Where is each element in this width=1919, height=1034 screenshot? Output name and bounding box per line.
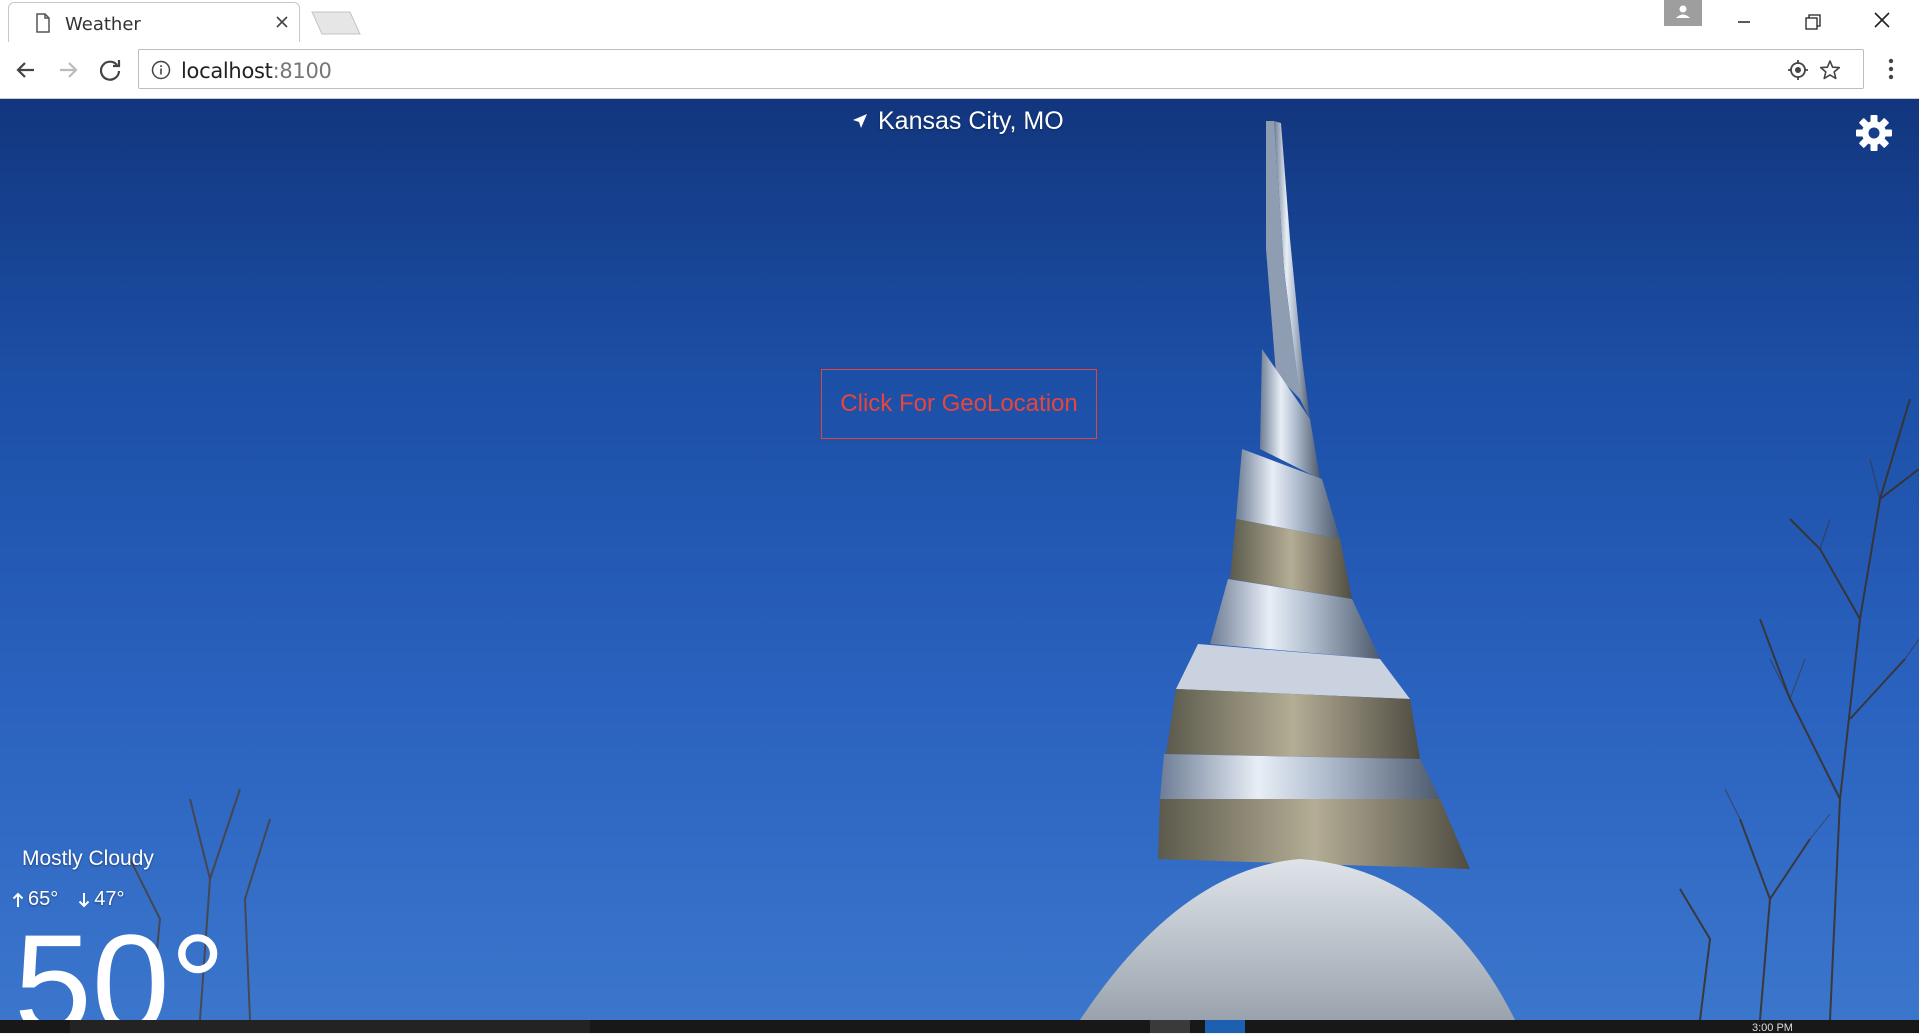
page-icon xyxy=(35,13,51,38)
location-target-icon[interactable] xyxy=(1787,59,1809,86)
address-bar[interactable]: localhost:8100 xyxy=(138,49,1864,89)
weather-condition: Mostly Cloudy xyxy=(22,847,154,870)
close-window-button[interactable] xyxy=(1862,8,1902,36)
location-text: Kansas City, MO xyxy=(878,107,1064,135)
close-tab-icon[interactable] xyxy=(275,15,289,34)
restore-button[interactable] xyxy=(1792,8,1832,36)
browser-menu-icon[interactable] xyxy=(1880,54,1902,89)
taskbar-clock[interactable]: 3:00 PM xyxy=(1752,1023,1793,1034)
browser-tabstrip: Weather xyxy=(0,0,1919,43)
background-photo xyxy=(129,121,1919,1020)
profile-button[interactable] xyxy=(1664,0,1702,26)
geolocation-button[interactable]: Click For GeoLocation xyxy=(821,369,1097,439)
tab-weather[interactable]: Weather xyxy=(8,2,300,42)
weather-app-view: Kansas City, MO Click For GeoLocation Mo… xyxy=(0,99,1919,1020)
new-tab-button[interactable] xyxy=(310,10,362,36)
url-text[interactable]: localhost:8100 xyxy=(181,59,332,83)
tab-title: Weather xyxy=(65,14,141,35)
taskbar-item[interactable] xyxy=(1150,1020,1190,1033)
minimize-button[interactable] xyxy=(1724,8,1764,36)
os-taskbar: 3:00 PM xyxy=(0,1020,1919,1034)
navigation-arrow-icon xyxy=(852,107,868,136)
current-temperature: 50° xyxy=(14,905,226,1021)
taskbar-item[interactable] xyxy=(1205,1020,1245,1033)
star-icon[interactable] xyxy=(1819,59,1841,86)
reload-button[interactable] xyxy=(92,52,128,88)
settings-gear-button[interactable] xyxy=(1854,113,1894,158)
back-button[interactable] xyxy=(8,52,44,88)
gear-icon xyxy=(1856,115,1892,151)
forward-button[interactable] xyxy=(50,52,86,88)
taskbar-item[interactable] xyxy=(70,1020,590,1033)
location-label: Kansas City, MO xyxy=(852,107,1064,136)
info-icon[interactable] xyxy=(151,60,171,85)
browser-toolbar: localhost:8100 xyxy=(0,42,1919,99)
